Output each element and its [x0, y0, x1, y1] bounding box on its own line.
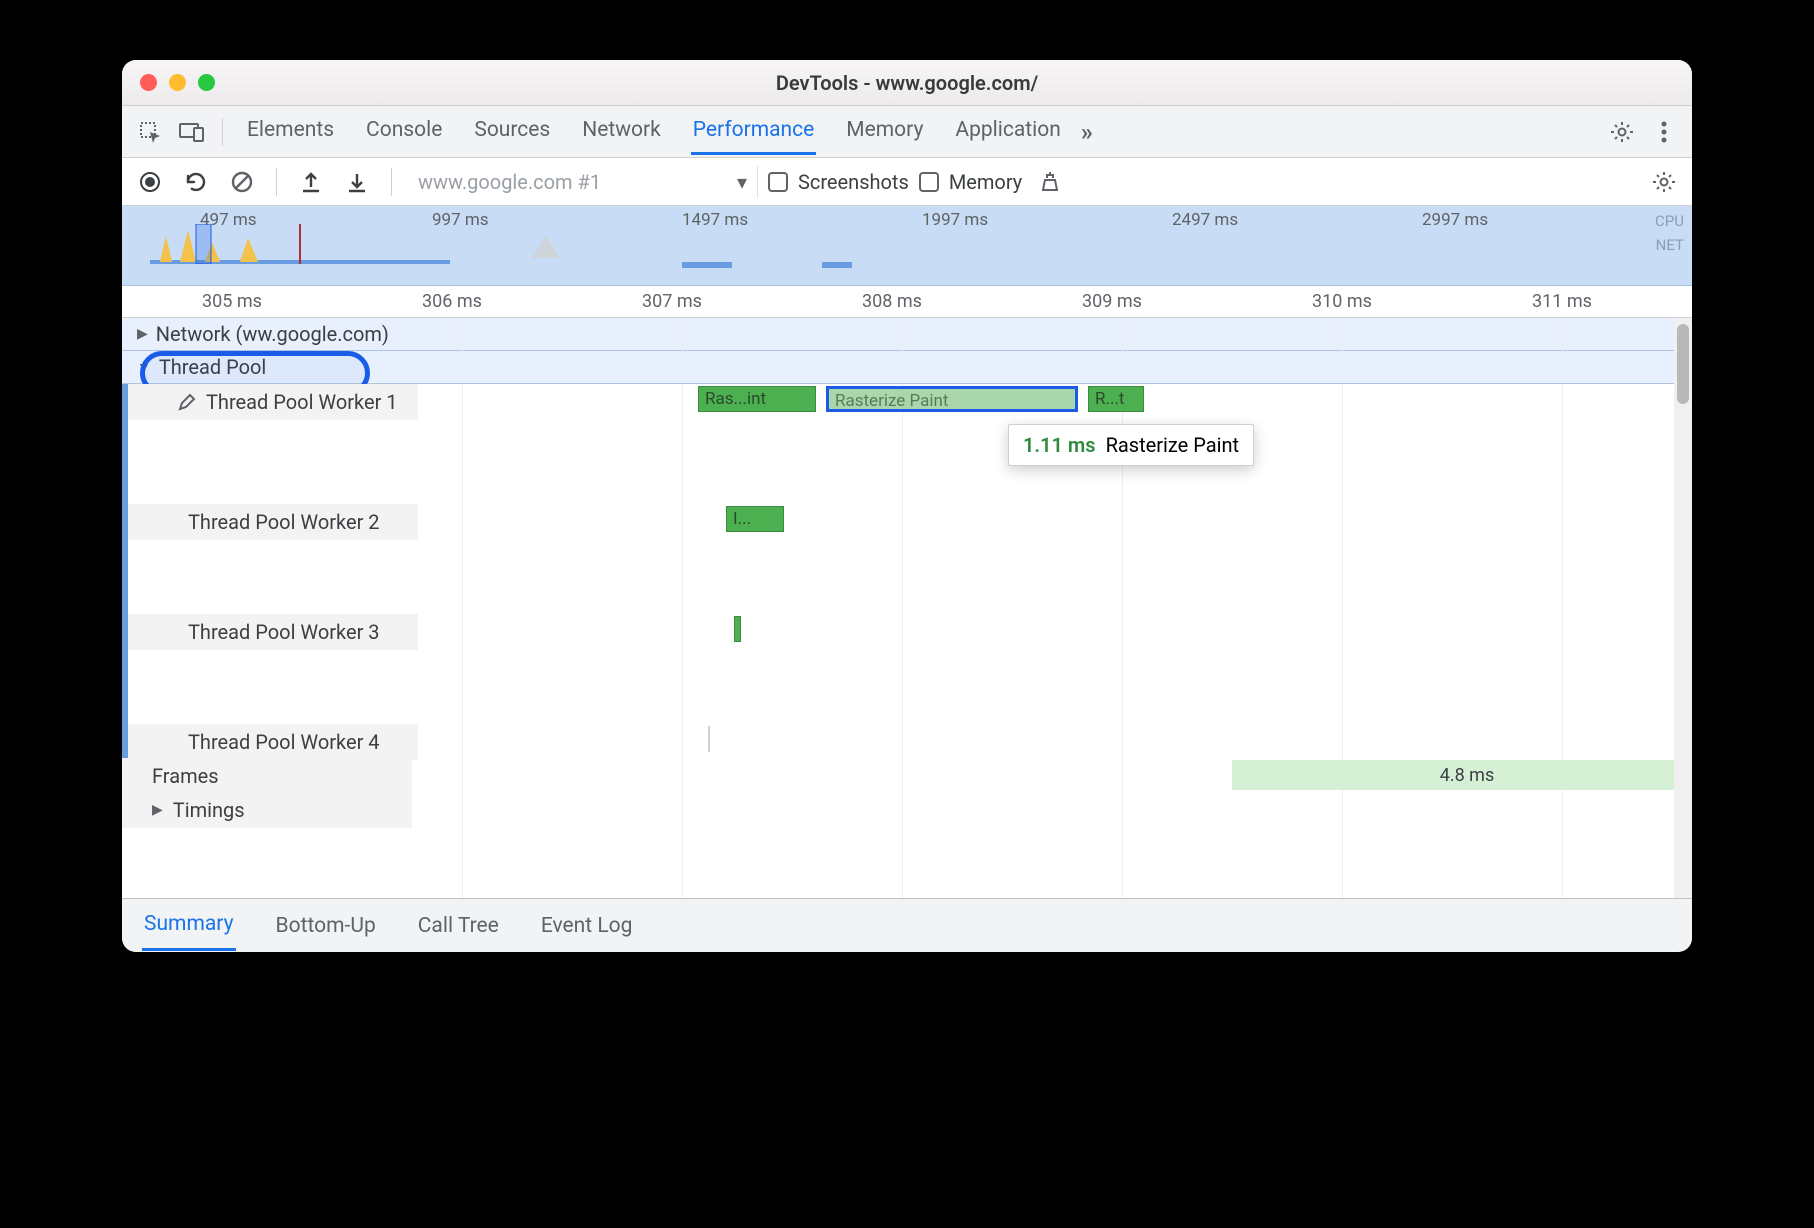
tooltip-duration: 1.11 ms: [1023, 433, 1096, 457]
screenshots-label: Screenshots: [798, 170, 909, 194]
thread-pool-header[interactable]: ▼ Thread Pool: [122, 351, 1692, 384]
timings-row[interactable]: ▶ Timings: [122, 792, 1692, 826]
expand-arrow-icon: ▶: [137, 326, 148, 342]
device-toolbar-icon[interactable]: [174, 114, 210, 150]
chevron-down-icon: ▾: [737, 170, 747, 194]
main-tabs: Elements Console Sources Network Perform…: [245, 108, 1063, 155]
flame-segment[interactable]: Ras...int: [698, 386, 816, 412]
flame-segment[interactable]: [708, 726, 710, 752]
recording-name: www.google.com #1: [418, 170, 601, 194]
window-title: DevTools - www.google.com/: [122, 71, 1692, 95]
tab-call-tree[interactable]: Call Tree: [416, 902, 501, 950]
more-tabs-icon[interactable]: »: [1069, 114, 1105, 150]
capture-settings-icon[interactable]: [1646, 164, 1682, 200]
overview-activity-icon: [150, 224, 450, 264]
timings-label: ▶ Timings: [122, 792, 412, 828]
performance-toolbar: www.google.com #1 ▾ Screenshots Memory: [122, 158, 1692, 206]
overview-tick: 2997 ms: [1422, 210, 1488, 230]
ruler-tick: 308 ms: [862, 291, 922, 312]
tab-performance[interactable]: Performance: [691, 108, 816, 155]
worker-label: Thread Pool Worker 4: [128, 724, 418, 760]
recording-selector[interactable]: www.google.com #1 ▾: [408, 166, 758, 198]
ruler-tick: 305 ms: [202, 291, 262, 312]
kebab-menu-icon[interactable]: [1646, 114, 1682, 150]
thread-pool-label: Thread Pool: [159, 355, 266, 379]
worker-row: Thread Pool Worker 1 Ras...int Rasterize…: [122, 384, 1692, 504]
garbage-collect-icon[interactable]: [1032, 164, 1068, 200]
tooltip-name: Rasterize Paint: [1106, 433, 1240, 457]
download-icon[interactable]: [339, 164, 375, 200]
collapse-arrow-icon: ▼: [137, 359, 151, 376]
close-window-button[interactable]: [140, 74, 157, 91]
minimize-window-button[interactable]: [169, 74, 186, 91]
worker-label: Thread Pool Worker 1: [128, 384, 418, 420]
reload-record-icon[interactable]: [178, 164, 214, 200]
worker-row: Thread Pool Worker 3: [122, 614, 1692, 724]
checkbox-icon: [768, 172, 788, 192]
flame-chart[interactable]: ▶ Network (ww.google.com) ▼ Thread Pool …: [122, 318, 1692, 898]
titlebar: DevTools - www.google.com/: [122, 60, 1692, 106]
overview-tick: 2497 ms: [1172, 210, 1238, 230]
memory-checkbox[interactable]: Memory: [919, 170, 1022, 194]
ruler-tick: 307 ms: [642, 291, 702, 312]
inspect-element-icon[interactable]: [132, 114, 168, 150]
detail-tab-bar: Summary Bottom-Up Call Tree Event Log: [122, 898, 1692, 952]
flame-segment[interactable]: R...t: [1088, 386, 1144, 412]
main-tab-bar: Elements Console Sources Network Perform…: [122, 106, 1692, 158]
overview-net-bar: [822, 262, 852, 268]
tab-event-log[interactable]: Event Log: [539, 902, 635, 950]
settings-icon[interactable]: [1604, 114, 1640, 150]
upload-icon[interactable]: [293, 164, 329, 200]
record-button-icon[interactable]: [132, 164, 168, 200]
worker-label: Thread Pool Worker 2: [128, 504, 418, 540]
clear-icon[interactable]: [224, 164, 260, 200]
tab-elements[interactable]: Elements: [245, 108, 336, 155]
frame-duration-bar[interactable]: 4.8 ms: [1232, 760, 1692, 790]
overview-tick: 1997 ms: [922, 210, 988, 230]
timeline-ruler[interactable]: 305 ms 306 ms 307 ms 308 ms 309 ms 310 m…: [122, 286, 1692, 318]
frames-label: Frames: [122, 758, 412, 794]
network-track-label: Network (ww.google.com): [156, 322, 389, 346]
ruler-tick: 309 ms: [1082, 291, 1142, 312]
devtools-window: DevTools - www.google.com/ Elements Cons…: [122, 60, 1692, 952]
overview-lane-labels: CPU NET: [1655, 212, 1684, 260]
tab-sources[interactable]: Sources: [472, 108, 552, 155]
traffic-lights: [140, 74, 215, 91]
frames-row: Frames 4.8 ms: [122, 758, 1692, 792]
overview-tick: 1497 ms: [682, 210, 748, 230]
tab-bottom-up[interactable]: Bottom-Up: [274, 902, 378, 950]
ruler-tick: 310 ms: [1312, 291, 1372, 312]
expand-arrow-icon: ▶: [152, 802, 163, 818]
flame-segment[interactable]: [734, 616, 741, 642]
overview-timeline[interactable]: 497 ms 997 ms 1497 ms 1997 ms 2497 ms 29…: [122, 206, 1692, 286]
vertical-scrollbar[interactable]: [1674, 318, 1692, 898]
maximize-window-button[interactable]: [198, 74, 215, 91]
overview-activity-icon: [532, 230, 562, 260]
worker-label: Thread Pool Worker 3: [128, 614, 418, 650]
ruler-tick: 306 ms: [422, 291, 482, 312]
tab-application[interactable]: Application: [953, 108, 1062, 155]
screenshots-checkbox[interactable]: Screenshots: [768, 170, 909, 194]
segment-tooltip: 1.11 ms Rasterize Paint: [1008, 424, 1254, 466]
flame-segment-selected[interactable]: Rasterize Paint: [826, 386, 1078, 412]
memory-label: Memory: [949, 170, 1022, 194]
tab-memory[interactable]: Memory: [844, 108, 925, 155]
network-track-header[interactable]: ▶ Network (ww.google.com): [122, 318, 1692, 351]
worker-row: Thread Pool Worker 4: [122, 724, 1692, 758]
scroll-thumb[interactable]: [1677, 324, 1689, 404]
tab-summary[interactable]: Summary: [142, 900, 236, 951]
overview-net-bar: [682, 262, 732, 268]
ruler-tick: 311 ms: [1532, 291, 1592, 312]
edit-icon[interactable]: [178, 393, 196, 411]
worker-row: Thread Pool Worker 2 I...: [122, 504, 1692, 614]
checkbox-icon: [919, 172, 939, 192]
tab-network[interactable]: Network: [580, 108, 663, 155]
tab-console[interactable]: Console: [364, 108, 444, 155]
flame-segment[interactable]: I...: [726, 506, 784, 532]
